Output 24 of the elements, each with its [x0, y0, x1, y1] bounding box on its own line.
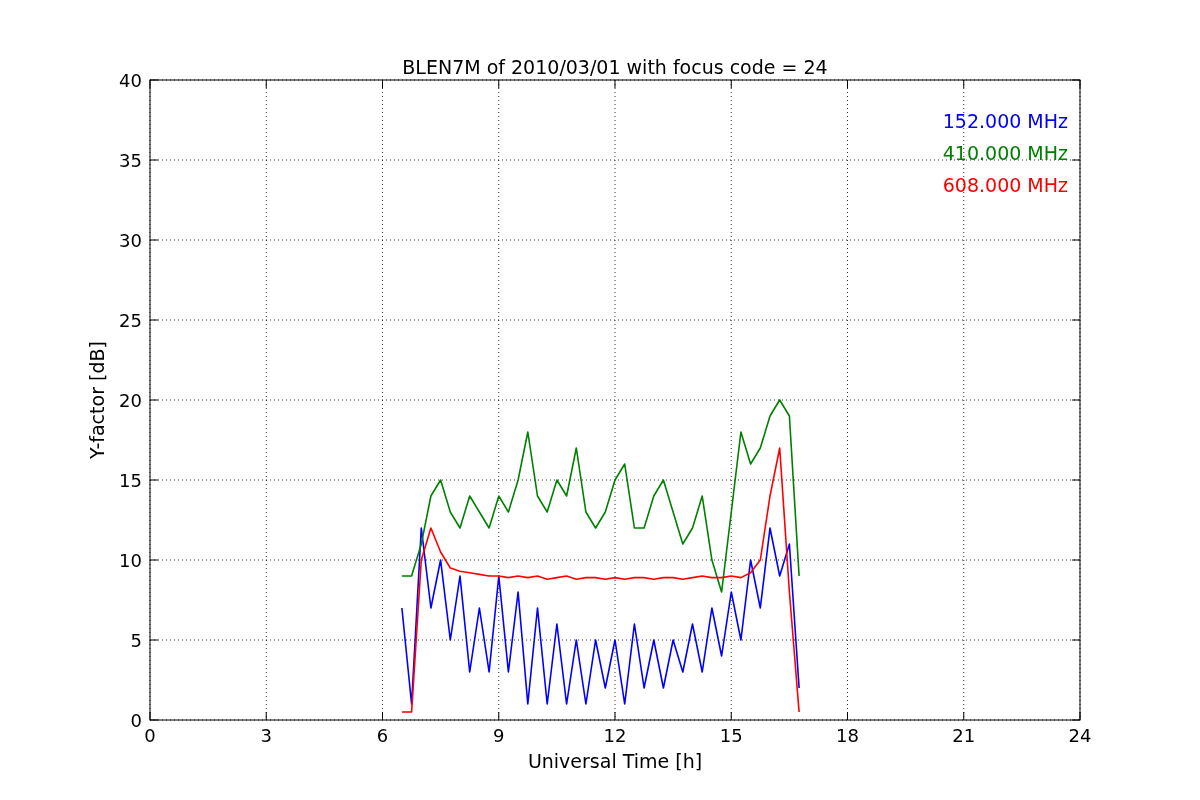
x-tick-label: 24	[1068, 725, 1092, 746]
legend-label: 410.000 MHz	[942, 142, 1068, 164]
y-tick-label: 15	[119, 470, 142, 491]
y-tick-label: 20	[119, 390, 142, 411]
x-tick-label: 12	[603, 725, 627, 746]
legend-label: 608.000 MHz	[942, 174, 1068, 196]
x-tick-label: 3	[260, 725, 272, 746]
chart-title: BLEN7M of 2010/03/01 with focus code = 24	[402, 56, 828, 78]
y-tick-label: 30	[119, 230, 142, 251]
y-tick-label: 40	[119, 70, 142, 91]
x-tick-label: 0	[144, 725, 156, 746]
x-axis-label: Universal Time [h]	[527, 750, 703, 772]
y-tick-label: 35	[119, 150, 142, 171]
y-tick-label: 5	[130, 630, 142, 651]
legend-label: 152.000 MHz	[942, 110, 1068, 132]
x-tick-label: 21	[952, 725, 976, 746]
x-tick-label: 18	[836, 725, 859, 746]
x-tick-label: 9	[493, 725, 505, 746]
y-axis-label: Y-factor [dB]	[86, 341, 108, 459]
x-tick-label: 15	[719, 725, 743, 746]
x-tick-label: 6	[376, 725, 389, 746]
y-tick-label: 10	[119, 550, 142, 571]
y-tick-label: 0	[130, 710, 142, 731]
y-tick-label: 25	[119, 310, 142, 331]
